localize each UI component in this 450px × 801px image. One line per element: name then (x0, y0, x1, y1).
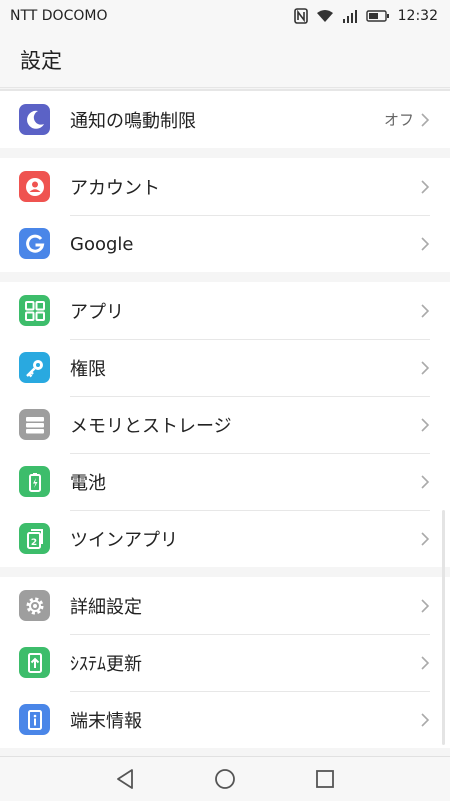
chevron-right-icon (421, 656, 430, 670)
scrollbar[interactable] (442, 510, 445, 745)
settings-item-body: Google (70, 215, 430, 272)
chevron-right-icon (421, 475, 430, 489)
chevron-right-icon (421, 179, 430, 194)
home-button[interactable] (175, 757, 275, 801)
settings-group: 通知の鳴動制限 オフ (0, 89, 450, 148)
apps-icon (19, 295, 50, 326)
back-button[interactable] (75, 757, 175, 801)
settings-item[interactable]: 2 ツインアプリ (0, 510, 450, 567)
settings-item-trailing (420, 474, 430, 490)
account-icon (19, 171, 50, 202)
settings-item-body: メモリとストレージ (70, 396, 430, 453)
settings-item-label: 権限 (70, 359, 106, 380)
settings-item-trailing (420, 303, 430, 319)
settings-item[interactable]: ｼｽﾃﾑ更新 (0, 634, 450, 691)
settings-item-body: ｼｽﾃﾑ更新 (70, 634, 430, 691)
settings-item[interactable]: アカウント (0, 158, 450, 215)
twin-app-icon: 2 (19, 523, 50, 554)
status-icons: 12:32 (293, 8, 438, 24)
settings-item-body: 通知の鳴動制限 オフ (70, 91, 430, 148)
settings-item[interactable]: 権限 (0, 339, 450, 396)
chevron-right-icon (421, 303, 430, 318)
chevron-right-icon (421, 598, 430, 613)
settings-item-body: ツインアプリ (70, 510, 430, 567)
settings-item-label: アプリ (70, 301, 124, 323)
settings-item-trailing (420, 712, 430, 728)
google-icon (19, 228, 50, 259)
settings-item-body: アカウント (70, 158, 430, 215)
settings-item-label: 電池 (70, 473, 106, 494)
settings-item-body: 権限 (70, 339, 430, 396)
carrier-label: NTT DOCOMO (10, 8, 108, 24)
settings-item[interactable]: メモリとストレージ (0, 396, 450, 453)
settings-item-label: 詳細設定 (70, 596, 142, 618)
chevron-right-icon (421, 532, 430, 546)
chevron-right-icon (421, 418, 430, 432)
nfc-icon (293, 8, 308, 24)
settings-item-label: アカウント (70, 177, 160, 199)
settings-item-label: ｼｽﾃﾑ更新 (70, 654, 142, 675)
clock-label: 12:32 (397, 8, 438, 24)
settings-item-body: アプリ (70, 282, 430, 339)
back-icon (117, 769, 133, 789)
settings-item-body: 電池 (70, 453, 430, 510)
moon-icon (19, 104, 50, 135)
settings-item-trailing (420, 598, 430, 614)
settings-item-trailing (420, 236, 430, 252)
settings-item-trailing: オフ (384, 109, 430, 130)
svg-text:2: 2 (30, 538, 36, 548)
settings-item-value: オフ (383, 111, 414, 129)
settings-item-label: メモリとストレージ (70, 416, 232, 437)
gear-icon (19, 590, 50, 621)
settings-item-label: 端末情報 (70, 711, 142, 732)
info-icon (19, 704, 50, 735)
page-title-bar: 設定 (0, 32, 450, 88)
page-title: 設定 (20, 48, 62, 73)
settings-item-body: 詳細設定 (70, 577, 430, 634)
settings-group: 詳細設定 ｼｽﾃﾑ更新 端末情報 (0, 577, 450, 748)
home-icon (215, 769, 235, 789)
key-icon (19, 352, 50, 383)
storage-icon (19, 409, 50, 440)
settings-item[interactable]: 通知の鳴動制限 オフ (0, 91, 450, 148)
settings-list: 通知の鳴動制限 オフアカウント Google アプリ権限メモリとストレージ 電池 2 ツイン… (0, 89, 450, 755)
settings-group: アカウント Google (0, 158, 450, 272)
recents-icon (316, 770, 334, 788)
navigation-bar (0, 756, 450, 801)
chevron-right-icon (421, 112, 430, 127)
settings-item-label: 通知の鳴動制限 (70, 110, 196, 132)
chevron-right-icon (421, 361, 430, 375)
settings-item-label: Google (70, 233, 134, 255)
chevron-right-icon (421, 237, 430, 251)
recents-button[interactable] (275, 757, 375, 801)
battery-icon (365, 10, 390, 22)
settings-item-trailing (420, 179, 430, 195)
settings-item[interactable]: 電池 (0, 453, 450, 510)
status-bar: NTT DOCOMO 12:32 (0, 0, 450, 32)
chevron-right-icon (421, 713, 430, 727)
settings-item-trailing (420, 655, 430, 671)
settings-item[interactable]: 端末情報 (0, 691, 450, 748)
settings-item[interactable]: Google (0, 215, 450, 272)
signal-icon (342, 9, 358, 23)
battery-icon (19, 466, 50, 497)
settings-item-label: ツインアプリ (70, 530, 178, 551)
system-update-icon (19, 647, 50, 678)
settings-group: アプリ権限メモリとストレージ 電池 2 ツインアプリ (0, 282, 450, 567)
settings-item-body: 端末情報 (70, 691, 430, 748)
settings-item-trailing (420, 360, 430, 376)
wifi-icon (316, 9, 334, 23)
settings-item[interactable]: 詳細設定 (0, 577, 450, 634)
settings-item[interactable]: アプリ (0, 282, 450, 339)
settings-item-trailing (420, 531, 430, 547)
settings-item-trailing (420, 417, 430, 433)
